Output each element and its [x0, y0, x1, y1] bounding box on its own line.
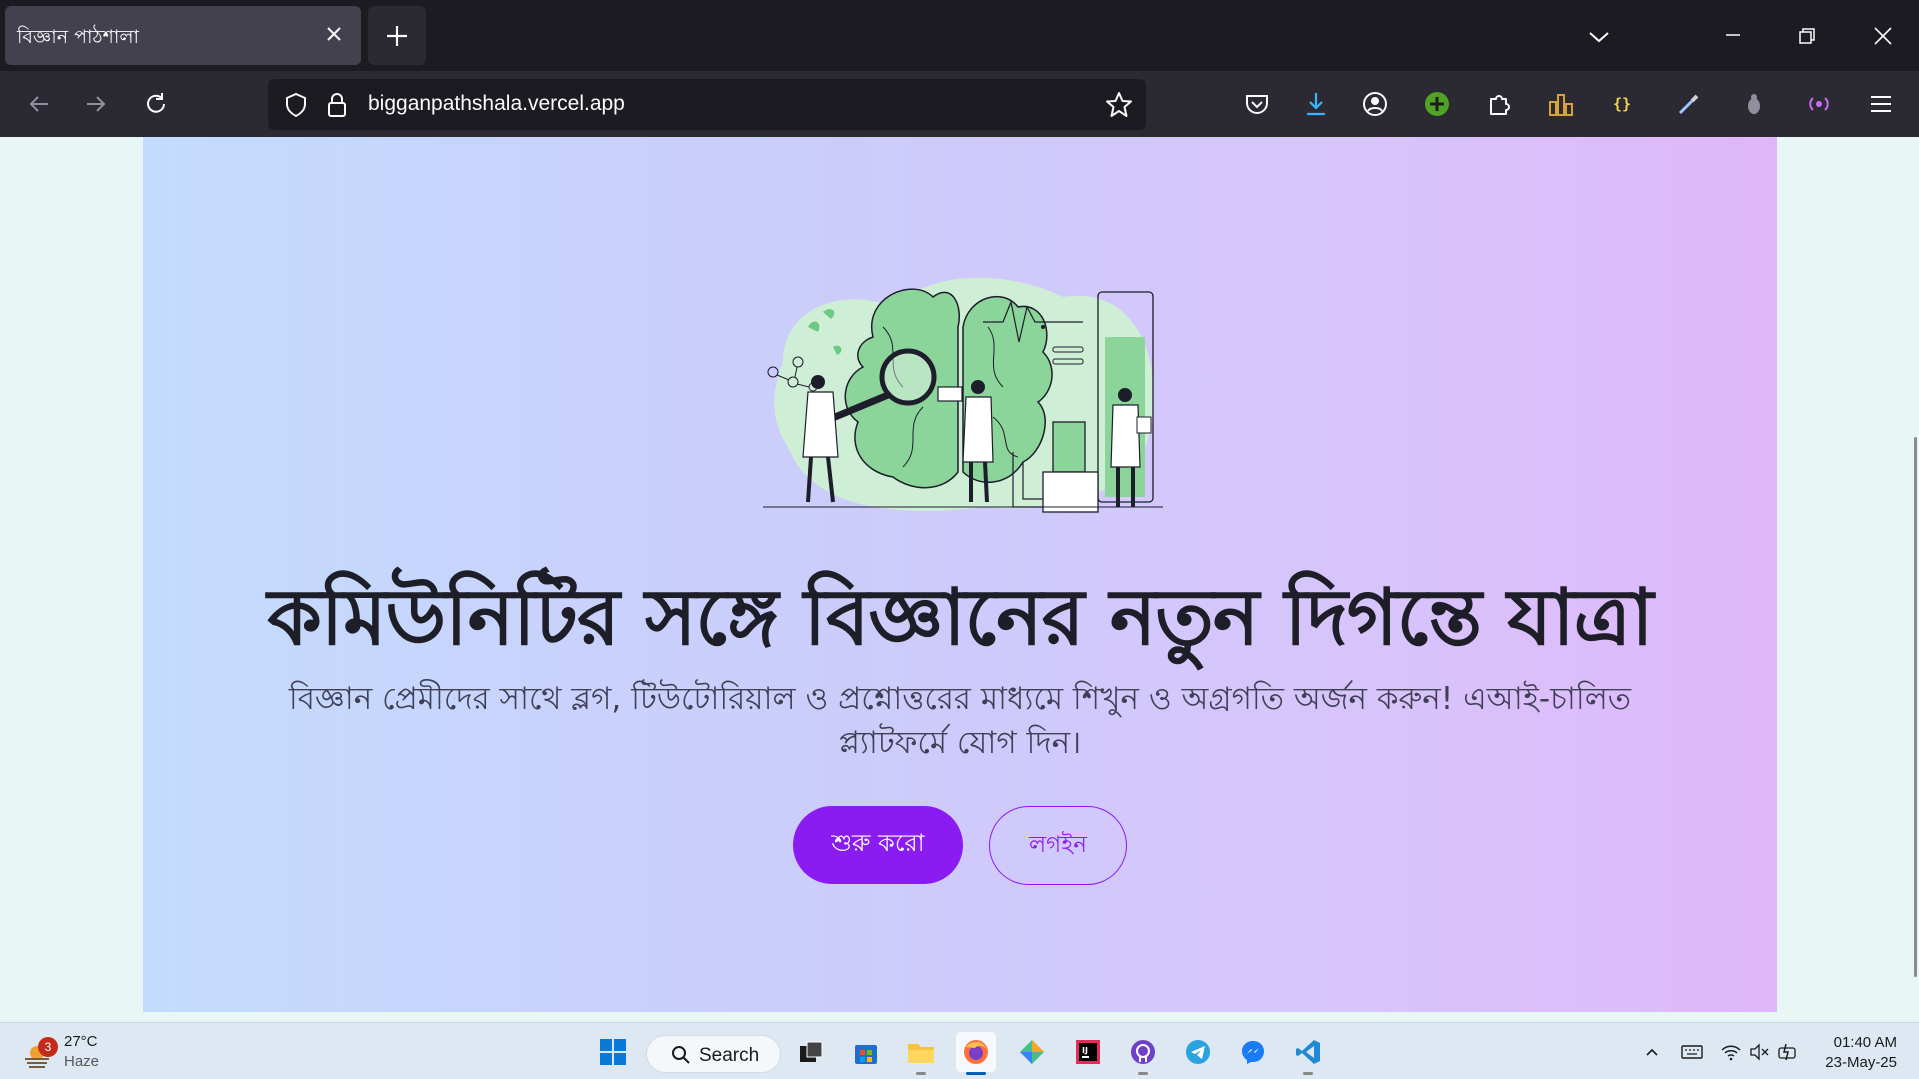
clock-date: 23-May-25: [1825, 1054, 1897, 1071]
task-view-icon[interactable]: [791, 1032, 831, 1072]
page-scrollbar[interactable]: [1914, 437, 1917, 977]
jetbrains-ide-icon[interactable]: IJ: [1068, 1032, 1108, 1072]
plus-icon: [387, 26, 407, 46]
downloads-icon[interactable]: [1297, 85, 1335, 123]
reload-icon[interactable]: [137, 85, 175, 123]
battery-charging-icon[interactable]: [1777, 1041, 1799, 1063]
volume-muted-icon[interactable]: [1749, 1041, 1771, 1063]
show-hidden-icons-chevron-icon[interactable]: [1641, 1041, 1663, 1063]
app-diamond-icon[interactable]: [1012, 1032, 1052, 1072]
hero-headline: কমিউনিটির সঙ্গে বিজ্ঞানের নতুন দিগন্তে য…: [267, 573, 1653, 663]
navigation-toolbar: bigganpathshala.vercel.app {}: [0, 71, 1919, 137]
extension-json-icon[interactable]: {}: [1605, 85, 1643, 123]
running-indicator: [916, 1072, 926, 1075]
forward-arrow-icon[interactable]: [77, 85, 115, 123]
extension-green-plus-icon[interactable]: [1418, 85, 1456, 123]
clock-time: 01:40 AM: [1833, 1034, 1897, 1051]
address-bar[interactable]: bigganpathshala.vercel.app: [268, 79, 1146, 130]
hero-section: কমিউনিটির সঙ্গে বিজ্ঞানের নতুন দিগন্তে য…: [143, 137, 1777, 1012]
windows-taskbar: 3 27°C Haze Search IJ 01:40 AM 23-May-25: [0, 1022, 1919, 1079]
extension-broadcast-icon[interactable]: [1800, 85, 1838, 123]
messenger-icon[interactable]: [1233, 1032, 1273, 1072]
hero-subtitle: বিজ্ঞান প্রেমীদের সাথে ব্লগ, টিউটোরিয়াল…: [288, 681, 1632, 761]
close-tab-icon[interactable]: [319, 19, 349, 49]
back-arrow-icon[interactable]: [20, 85, 58, 123]
weather-condition: Haze: [64, 1053, 100, 1070]
taskbar-search-box[interactable]: Search: [646, 1035, 781, 1073]
shield-icon[interactable]: [282, 91, 310, 123]
extension-color-picker-icon[interactable]: [1670, 85, 1708, 123]
github-desktop-icon[interactable]: [1123, 1032, 1163, 1075]
microsoft-store-icon[interactable]: [846, 1032, 886, 1072]
lock-icon[interactable]: [324, 91, 350, 123]
account-icon[interactable]: [1356, 85, 1394, 123]
firefox-icon[interactable]: [956, 1032, 996, 1075]
bookmark-star-icon[interactable]: [1104, 90, 1134, 124]
weather-notification-badge: 3: [38, 1037, 58, 1057]
restore-window-icon[interactable]: [1790, 20, 1824, 54]
keyboard-icon[interactable]: [1681, 1041, 1703, 1063]
extension-bug-icon[interactable]: [1735, 85, 1773, 123]
svg-text:{}: {}: [1613, 95, 1631, 113]
system-clock[interactable]: 01:40 AM 23-May-25: [1825, 1033, 1897, 1073]
tab-title: বিজ্ঞান পাঠশালা: [17, 26, 140, 48]
active-app-indicator: [966, 1072, 986, 1075]
list-all-tabs-icon[interactable]: [1582, 20, 1616, 54]
tab-strip: বিজ্ঞান পাঠশালা: [0, 0, 1919, 71]
file-explorer-icon[interactable]: [901, 1032, 941, 1075]
svg-text:IJ: IJ: [1082, 1046, 1088, 1055]
extensions-puzzle-icon[interactable]: [1480, 85, 1518, 123]
get-started-button[interactable]: শুরু করো: [793, 806, 963, 884]
menu-hamburger-icon[interactable]: [1862, 85, 1900, 123]
weather-temperature: 27°C: [64, 1033, 98, 1050]
science-lab-illustration: [763, 277, 1163, 513]
wifi-icon[interactable]: [1720, 1041, 1742, 1063]
vscode-icon[interactable]: [1288, 1032, 1328, 1075]
pocket-icon[interactable]: [1238, 85, 1276, 123]
browser-tab[interactable]: বিজ্ঞান পাঠশালা: [5, 6, 361, 65]
extension-chart-icon[interactable]: [1542, 85, 1580, 123]
login-button[interactable]: লগইন: [989, 806, 1127, 885]
telegram-icon[interactable]: [1178, 1032, 1218, 1072]
weather-widget[interactable]: 3 27°C Haze: [20, 1031, 130, 1075]
running-indicator: [1303, 1072, 1313, 1075]
windows-start-icon[interactable]: [593, 1032, 633, 1072]
running-indicator: [1138, 1072, 1148, 1075]
search-label: Search: [699, 1045, 760, 1066]
url-text[interactable]: bigganpathshala.vercel.app: [368, 92, 625, 116]
minimize-window-icon[interactable]: [1716, 20, 1750, 54]
page-viewport: কমিউনিটির সঙ্গে বিজ্ঞানের নতুন দিগন্তে য…: [0, 137, 1919, 1022]
new-tab-button[interactable]: [368, 6, 426, 65]
search-icon: [671, 1045, 691, 1069]
close-window-icon[interactable]: [1866, 20, 1900, 54]
